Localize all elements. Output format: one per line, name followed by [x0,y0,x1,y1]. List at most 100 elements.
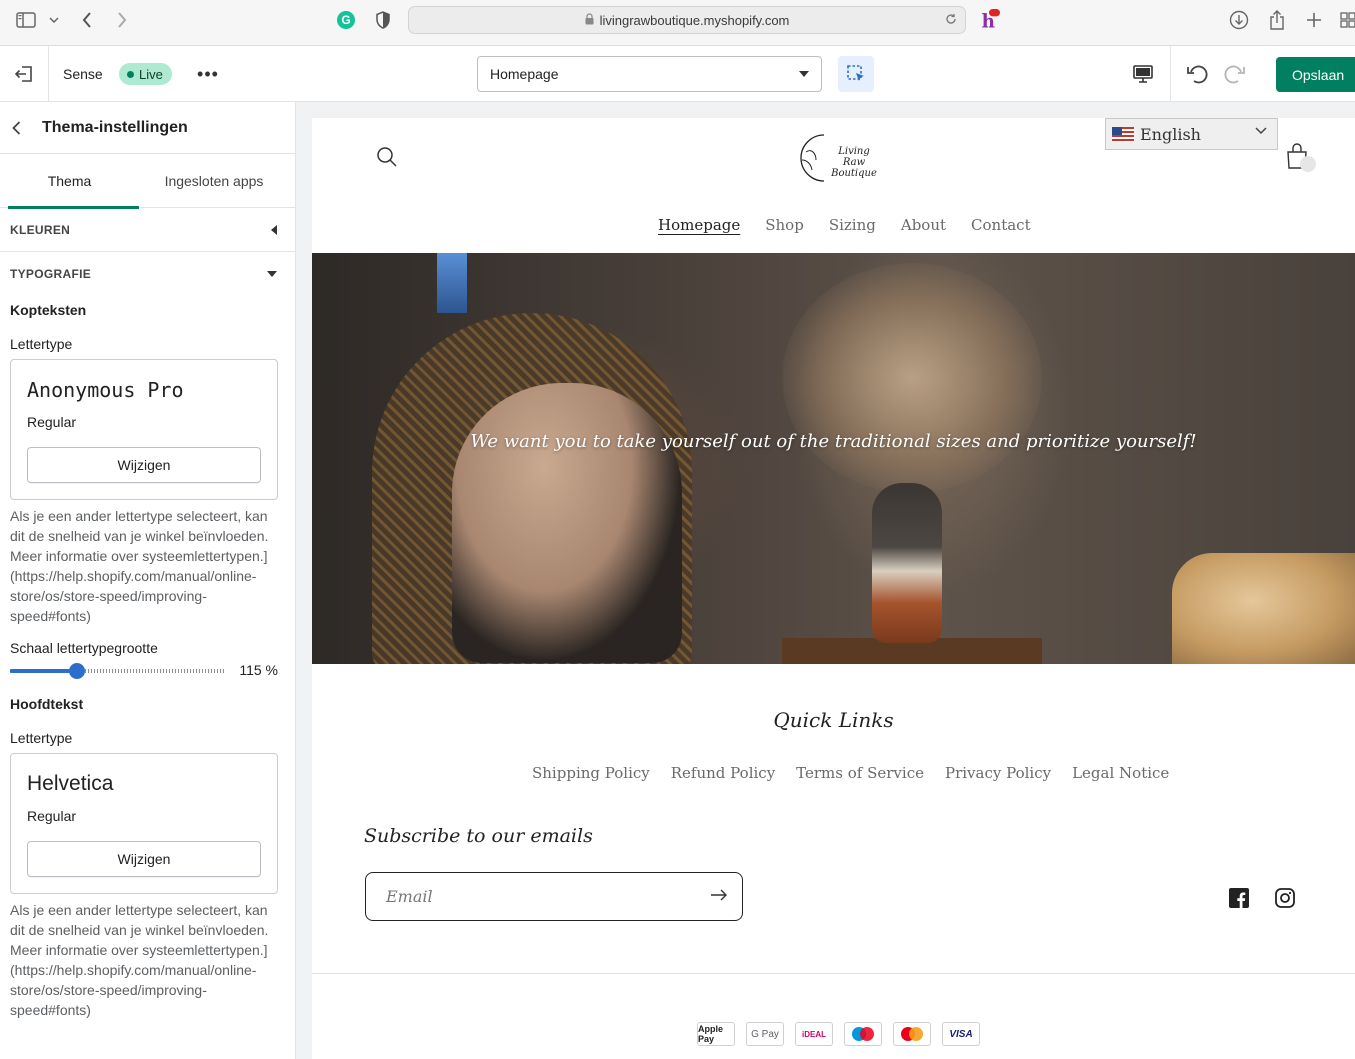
body-font-style: Regular [27,808,77,824]
footer-link-legal[interactable]: Legal Notice [1072,764,1169,782]
honey-extension-icon[interactable]: h [978,9,1000,32]
language-value: English [1140,124,1201,144]
store-logo[interactable]: Living Raw Boutique [792,130,882,185]
facebook-icon[interactable] [1229,888,1249,913]
headings-section-title: Kopteksten [10,302,87,318]
font-scale-value: 115 % [239,662,278,678]
undo-icon [1187,65,1208,84]
us-flag-icon [1112,126,1134,142]
divider [1170,46,1171,102]
inspector-toggle-button[interactable] [838,56,874,92]
footer-link-terms[interactable]: Terms of Service [796,764,924,782]
sidebar-title: Thema-instellingen [42,118,188,136]
google-pay-label: G Pay [751,1028,779,1040]
browser-toolbar: G livingrawboutique.myshopify.com h [0,0,1355,46]
tab-theme[interactable]: Thema [0,154,139,209]
desktop-preview-button[interactable] [1128,60,1158,88]
hero-banner[interactable]: We want you to take yourself out of the … [312,253,1355,664]
sidebar-toggle-icon[interactable] [15,9,37,31]
share-icon[interactable] [1266,9,1288,31]
quick-links-title: Quick Links [773,708,894,732]
logo-line-2: Boutique [831,168,877,179]
search-icon[interactable] [376,146,398,173]
section-colors-label: KLEUREN [10,222,71,237]
forward-icon[interactable] [111,9,133,31]
headings-font-label: Lettertype [10,336,73,352]
language-selector[interactable]: English [1105,118,1278,150]
new-tab-icon[interactable] [1303,9,1325,31]
back-icon[interactable] [76,9,98,31]
maestro-icon [844,1022,882,1046]
hero-model [452,383,682,663]
logo-text: Living Raw Boutique [826,146,882,179]
font-scale-slider[interactable]: 115 % [10,660,280,682]
mastercard-icon [893,1022,931,1046]
body-font-label: Lettertype [10,730,73,746]
tab-overview-icon[interactable] [1337,9,1355,31]
grammarly-icon[interactable]: G [335,9,357,31]
apple-pay-label: Apple Pay [698,1024,724,1044]
hero-vase [872,483,942,643]
caret-down-icon [799,71,809,77]
headings-font-name: Anonymous Pro [27,378,184,402]
svg-text:G: G [341,13,350,27]
live-badge: Live [119,63,172,85]
back-arrow-icon[interactable] [12,120,30,135]
visa-icon: VISA [942,1022,980,1046]
download-icon[interactable] [1228,9,1250,31]
headings-help-text: Als je een ander lettertype selecteert, … [10,508,269,624]
slider-thumb[interactable] [69,663,85,679]
more-actions-button[interactable]: ••• [196,62,220,86]
email-placeholder: Email [386,887,433,906]
exit-editor-button[interactable] [0,46,49,102]
footer-link-refund[interactable]: Refund Policy [671,764,775,782]
footer-link-privacy[interactable]: Privacy Policy [945,764,1051,782]
save-button[interactable]: Opslaan [1276,57,1355,92]
headings-font-style: Regular [27,414,77,430]
section-colors-toggle[interactable]: KLEUREN [0,208,295,252]
reload-icon[interactable] [945,13,957,28]
footer-link-shipping[interactable]: Shipping Policy [532,764,650,782]
email-input[interactable]: Email [365,872,743,921]
redo-button[interactable] [1220,60,1248,88]
nav-homepage[interactable]: Homepage [658,216,740,234]
cart-count-badge [1300,156,1316,172]
headings-font-card: Anonymous Pro Regular Wijzigen [10,359,278,500]
redo-icon [1224,65,1245,84]
address-bar[interactable]: livingrawboutique.myshopify.com [408,6,966,34]
status-dot-icon [127,70,134,78]
change-body-font-button[interactable]: Wijzigen [27,841,261,877]
visa-label: VISA [949,1028,973,1040]
nav-about[interactable]: About [901,216,946,234]
store-navigation: Homepage Shop Sizing About Contact [658,216,1031,234]
hero-leather-sofa [1172,553,1355,664]
lock-icon [585,12,594,28]
nav-sizing[interactable]: Sizing [829,216,876,234]
google-pay-icon: G Pay [746,1022,784,1046]
caret-down-icon [267,271,277,277]
url-text: livingrawboutique.myshopify.com [599,12,790,28]
page-selector[interactable]: Homepage [477,56,822,92]
section-typography-label: TYPOGRAFIE [10,267,92,281]
ideal-icon: iDEAL [795,1022,833,1046]
page-selector-value: Homepage [490,66,559,82]
nav-contact[interactable]: Contact [971,216,1031,234]
shield-icon[interactable] [372,9,394,31]
instagram-icon[interactable] [1275,888,1295,913]
ideal-label: iDEAL [802,1029,826,1039]
arrow-right-icon[interactable] [710,887,728,906]
undo-button[interactable] [1184,60,1212,88]
body-font-card: Helvetica Regular Wijzigen [10,753,278,894]
section-typography-toggle[interactable]: TYPOGRAFIE [0,252,295,296]
subscribe-title: Subscribe to our emails [364,825,593,847]
theme-settings-sidebar: Thema-instellingen Thema Ingesloten apps… [0,102,296,1059]
change-headings-font-button[interactable]: Wijzigen [27,447,261,483]
nav-shop[interactable]: Shop [765,216,804,234]
maestro-logo-icon [852,1027,874,1041]
tab-app-embeds[interactable]: Ingesloten apps [139,154,289,208]
chevron-down-icon[interactable] [43,9,65,31]
hero-pampas-grass [782,263,1042,493]
payment-icons: Apple Pay G Pay iDEAL VISA [697,1022,980,1046]
footer-links: Shipping Policy Refund Policy Terms of S… [532,764,1169,782]
sidebar-header: Thema-instellingen [0,102,295,154]
